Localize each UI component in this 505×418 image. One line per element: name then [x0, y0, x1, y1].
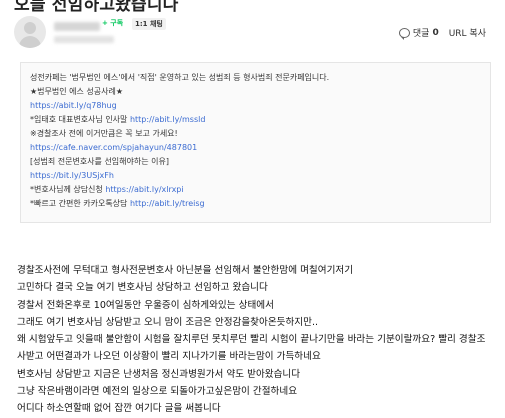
chat-button[interactable]: 1:1 채팅 [132, 18, 166, 30]
notice-link[interactable]: https://cafe.naver.com/spjahayun/487801 [30, 143, 197, 152]
notice-line: *임태호 대표변호사님 인사말 http://abit.ly/mssld [30, 113, 329, 127]
avatar-body-shape [19, 36, 41, 48]
notice-text: [성범죄 전문변호사를 선임해야하는 이유] [30, 157, 169, 166]
avatar-head-shape [24, 22, 36, 34]
notice-text: ※경찰조사 전에 이거만큼은 꼭 보고 가세요! [30, 129, 178, 138]
content-line: 고민하다 결국 오늘 여기 변호사님 상담하고 선임하고 왔습니다 [17, 282, 268, 294]
notice-text: *변호사님께 상담신청 [30, 185, 106, 194]
notice-line: https://abit.ly/q78hug [30, 99, 329, 113]
notice-line: ★법무법인 에스 성공사례★ [30, 85, 329, 99]
post-title: 오늘 선임하고왔습니다 [14, 0, 179, 15]
notice-line: 성전카페는 '법무법인 에스'에서 '직접' 운영하고 있는 성범죄 등 형사범… [30, 71, 329, 85]
url-copy-button[interactable]: URL 복사 [449, 29, 486, 39]
content-line: 그냥 작은바램이라면 예전의 일상으로 되돌아가고싶은맘이 간절하네요 [17, 386, 298, 398]
content-line: 경찰조사전에 무턱대고 형사전문변호사 아닌분을 선임해서 불안한맘에 며칠여기… [17, 265, 354, 276]
notice-text: *빠르고 간편한 카카오톡상담 [30, 199, 130, 208]
author-name-blurred[interactable] [54, 22, 100, 31]
post-actions: 댓글 0 URL 복사 [398, 26, 486, 40]
notice-link[interactable]: https://abit.ly/q78hug [30, 101, 117, 110]
content-line: 왜 시험앞두고 잇을때 불안함이 시험을 잘치루던 못치루던 빨리 시험이 끝나… [17, 334, 486, 346]
notice-line: *변호사님께 상담신청 https://abit.ly/xlrxpi [30, 183, 329, 197]
content-line: 어디다 하소연할때 없어 잡깐 여기다 글을 써봅니다 [17, 403, 221, 415]
content-line: 사받고 어떤결과가 나오던 이상황이 빨리 지나가기를 바라는맘이 가득하네요 [17, 351, 321, 363]
subscribe-button[interactable]: + 구독 [102, 18, 123, 28]
author-row: + 구독 1:1 채팅 댓글 0 URL 복사 [14, 16, 494, 48]
notice-line: https://cafe.naver.com/spjahayun/487801 [30, 141, 329, 155]
comment-count[interactable]: 0 [432, 28, 438, 38]
avatar[interactable] [14, 16, 46, 48]
notice-link[interactable]: http://abit.ly/mssld [130, 115, 205, 124]
comment-icon[interactable] [398, 27, 410, 40]
notice-lines: 성전카페는 '법무법인 에스'에서 '직접' 운영하고 있는 성범죄 등 형사범… [30, 71, 329, 211]
content-line: 그래도 여기 변호사님 상담받고 오니 맘이 조금은 안정감을찾아온듯하지만.. [17, 316, 319, 328]
content-line: 변호사님 상담받고 지금은 난생처음 정신과병원가서 약도 받아왔습니다 [17, 368, 301, 380]
comment-label[interactable]: 댓글 [413, 29, 430, 39]
notice-box: 성전카페는 '법무법인 에스'에서 '직접' 운영하고 있는 성범죄 등 형사범… [20, 62, 491, 223]
notice-line: https://bit.ly/3USjxFh [30, 169, 329, 183]
notice-link[interactable]: http://abit.ly/treisg [130, 199, 205, 208]
notice-text: *임태호 대표변호사님 인사말 [30, 115, 130, 124]
notice-line: [성범죄 전문변호사를 선임해야하는 이유] [30, 155, 329, 169]
post-meta-blurred [54, 36, 114, 43]
notice-text: ★법무법인 에스 성공사례★ [30, 87, 124, 96]
post-content: 경찰조사전에 무턱대고 형사전문변호사 아닌분을 선임해서 불안한맘에 며칠여기… [17, 262, 485, 418]
notice-text: 성전카페는 '법무법인 에스'에서 '직접' 운영하고 있는 성범죄 등 형사범… [30, 73, 330, 82]
notice-link[interactable]: https://abit.ly/xlrxpi [105, 185, 183, 194]
notice-line: ※경찰조사 전에 이거만큼은 꼭 보고 가세요! [30, 127, 329, 141]
content-line: 경찰서 전화온후로 10여일동안 우울증이 심하게와있는 상태에서 [17, 299, 274, 311]
notice-line: *빠르고 간편한 카카오톡상담 http://abit.ly/treisg [30, 197, 329, 211]
notice-link[interactable]: https://bit.ly/3USjxFh [30, 171, 114, 180]
